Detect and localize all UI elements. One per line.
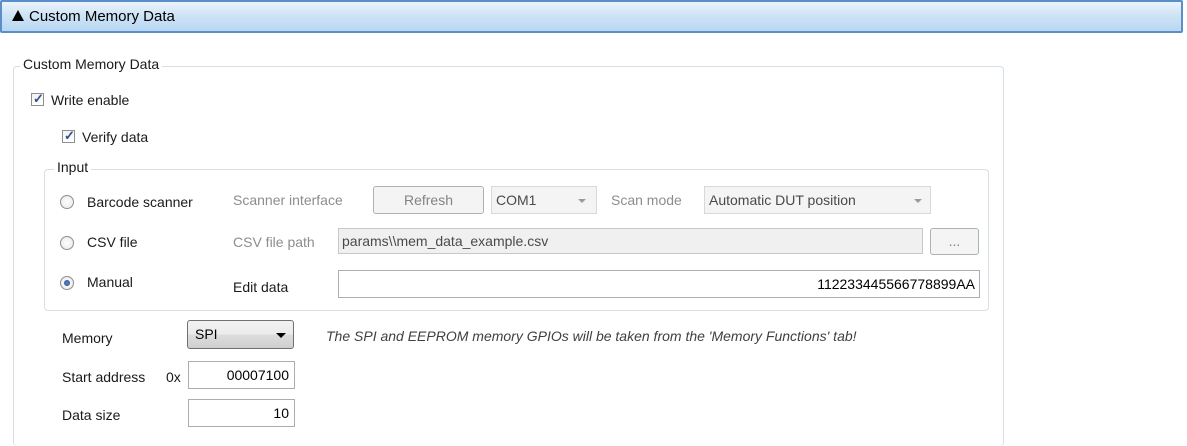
section-header-bar[interactable]: Custom Memory Data: [0, 0, 1183, 33]
collapse-arrow-icon[interactable]: [12, 10, 24, 21]
edit-data-input[interactable]: 112233445566778899AA: [338, 270, 980, 298]
csv-file-path-input[interactable]: params\\mem_data_example.csv: [338, 228, 923, 254]
memory-gpio-note: The SPI and EEPROM memory GPIOs will be …: [326, 328, 857, 344]
data-size-input[interactable]: 10: [188, 399, 295, 427]
verify-data-label[interactable]: Verify data: [82, 129, 148, 145]
edit-data-value: 112233445566778899AA: [817, 276, 975, 292]
scan-mode-label: Scan mode: [611, 192, 682, 208]
write-enable-checkbox[interactable]: ✓: [31, 91, 44, 106]
com-port-value: COM1: [496, 192, 537, 208]
data-size-value: 10: [273, 405, 289, 421]
data-size-label: Data size: [62, 407, 121, 423]
start-address-label: Start address: [62, 369, 146, 385]
input-group-title: Input: [54, 159, 92, 175]
memory-value: SPI: [195, 326, 218, 342]
scan-mode-select[interactable]: Automatic DUT position: [704, 186, 931, 214]
section-header-title: Custom Memory Data: [29, 8, 175, 25]
barcode-scanner-radio[interactable]: [60, 195, 74, 209]
scan-mode-value: Automatic DUT position: [709, 192, 856, 208]
manual-label[interactable]: Manual: [87, 274, 133, 290]
com-port-select[interactable]: COM1: [491, 186, 597, 214]
memory-label: Memory: [62, 330, 113, 346]
memory-select[interactable]: SPI: [187, 320, 294, 349]
start-address-value: 00007100: [226, 367, 289, 383]
chevron-down-icon: [578, 199, 586, 203]
verify-data-checkbox[interactable]: ✓: [62, 128, 75, 143]
chevron-down-icon: [914, 199, 922, 203]
check-icon: ✓: [64, 128, 75, 143]
write-enable-label[interactable]: Write enable: [51, 92, 129, 108]
csv-file-path-value: params\\mem_data_example.csv: [342, 233, 549, 249]
check-icon: ✓: [33, 91, 44, 106]
csv-file-radio[interactable]: [60, 236, 74, 250]
start-address-prefix: 0x: [166, 369, 181, 385]
refresh-button[interactable]: Refresh: [373, 186, 484, 214]
manual-radio[interactable]: [60, 276, 74, 290]
csv-file-path-label: CSV file path: [233, 234, 315, 250]
start-address-input[interactable]: 00007100: [188, 361, 295, 389]
scanner-interface-label: Scanner interface: [233, 192, 343, 208]
custom-memory-group-title: Custom Memory Data: [20, 56, 163, 72]
radio-selected-dot-icon: [64, 280, 70, 286]
barcode-scanner-label[interactable]: Barcode scanner: [87, 194, 193, 210]
chevron-down-icon: [276, 333, 286, 338]
csv-file-label[interactable]: CSV file: [87, 234, 138, 250]
browse-button[interactable]: ...: [930, 228, 979, 255]
edit-data-label: Edit data: [233, 279, 289, 295]
